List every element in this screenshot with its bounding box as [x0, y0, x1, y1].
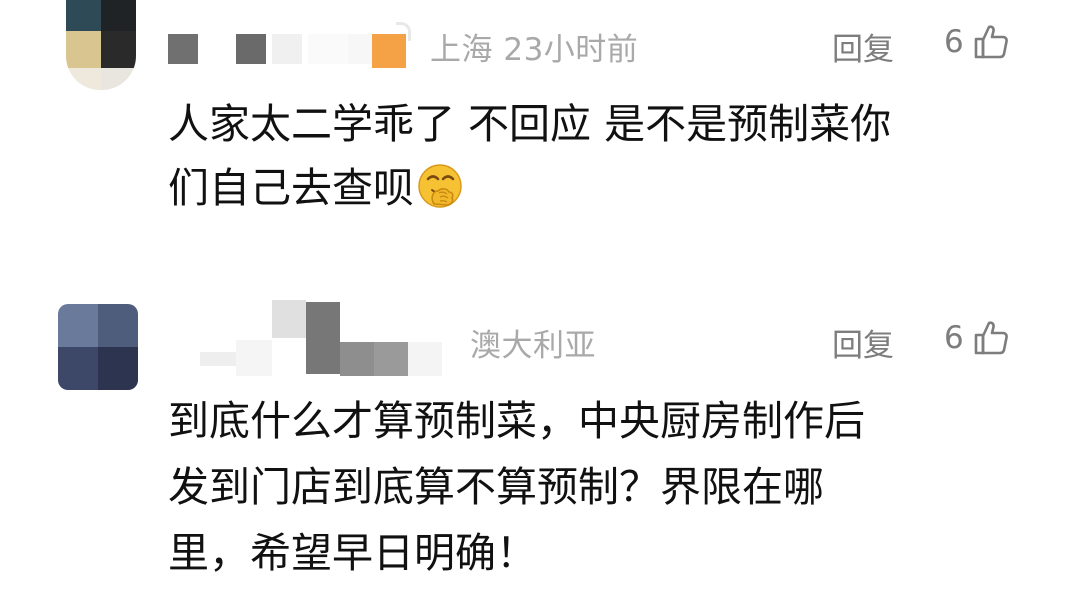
- comment-location: 澳大利亚: [470, 328, 596, 364]
- like-button[interactable]: 6: [944, 318, 1010, 358]
- reply-button[interactable]: 回复: [832, 320, 894, 365]
- username-redacted[interactable]: [200, 300, 442, 376]
- comment-line: 里，希望早日明确！: [168, 529, 537, 577]
- comment-line: 人家太二学乖了 不回应 是不是预制菜你: [168, 100, 892, 148]
- like-count: 6: [944, 24, 964, 60]
- badge-hook-icon: [396, 22, 411, 41]
- username-redacted[interactable]: [168, 30, 388, 68]
- avatar[interactable]: [58, 304, 138, 390]
- comment-item: 上海 23小时前 回复 6 人家太二学乖了 不回应 是不是预制菜你 们自己去查呗: [0, 0, 1080, 280]
- face-with-hand-over-mouth-icon: [416, 162, 464, 228]
- like-count: 6: [944, 320, 964, 356]
- comment-text: 到底什么才算预制菜，中央厨房制作后 发到门店到底算不算预制？界限在哪 里，希望早…: [168, 388, 1028, 586]
- comment-item: 澳大利亚 回复 6 到底什么才算预制菜，中央厨房制作后 发到门店到底算不算预制？…: [0, 300, 1080, 602]
- like-button[interactable]: 6: [944, 22, 1010, 62]
- reply-button[interactable]: 回复: [832, 24, 894, 69]
- avatar[interactable]: [66, 0, 136, 90]
- thumbs-up-icon: [970, 318, 1010, 358]
- comment-line: 到底什么才算预制菜，中央厨房制作后: [168, 397, 865, 445]
- comment-location-time: 上海 23小时前: [430, 32, 639, 68]
- comment-line: 们自己去查呗: [168, 164, 414, 212]
- comment-line: 发到门店到底算不算预制？界限在哪: [168, 463, 824, 511]
- comment-text: 人家太二学乖了 不回应 是不是预制菜你 们自己去查呗: [168, 92, 1028, 228]
- thumbs-up-icon: [970, 22, 1010, 62]
